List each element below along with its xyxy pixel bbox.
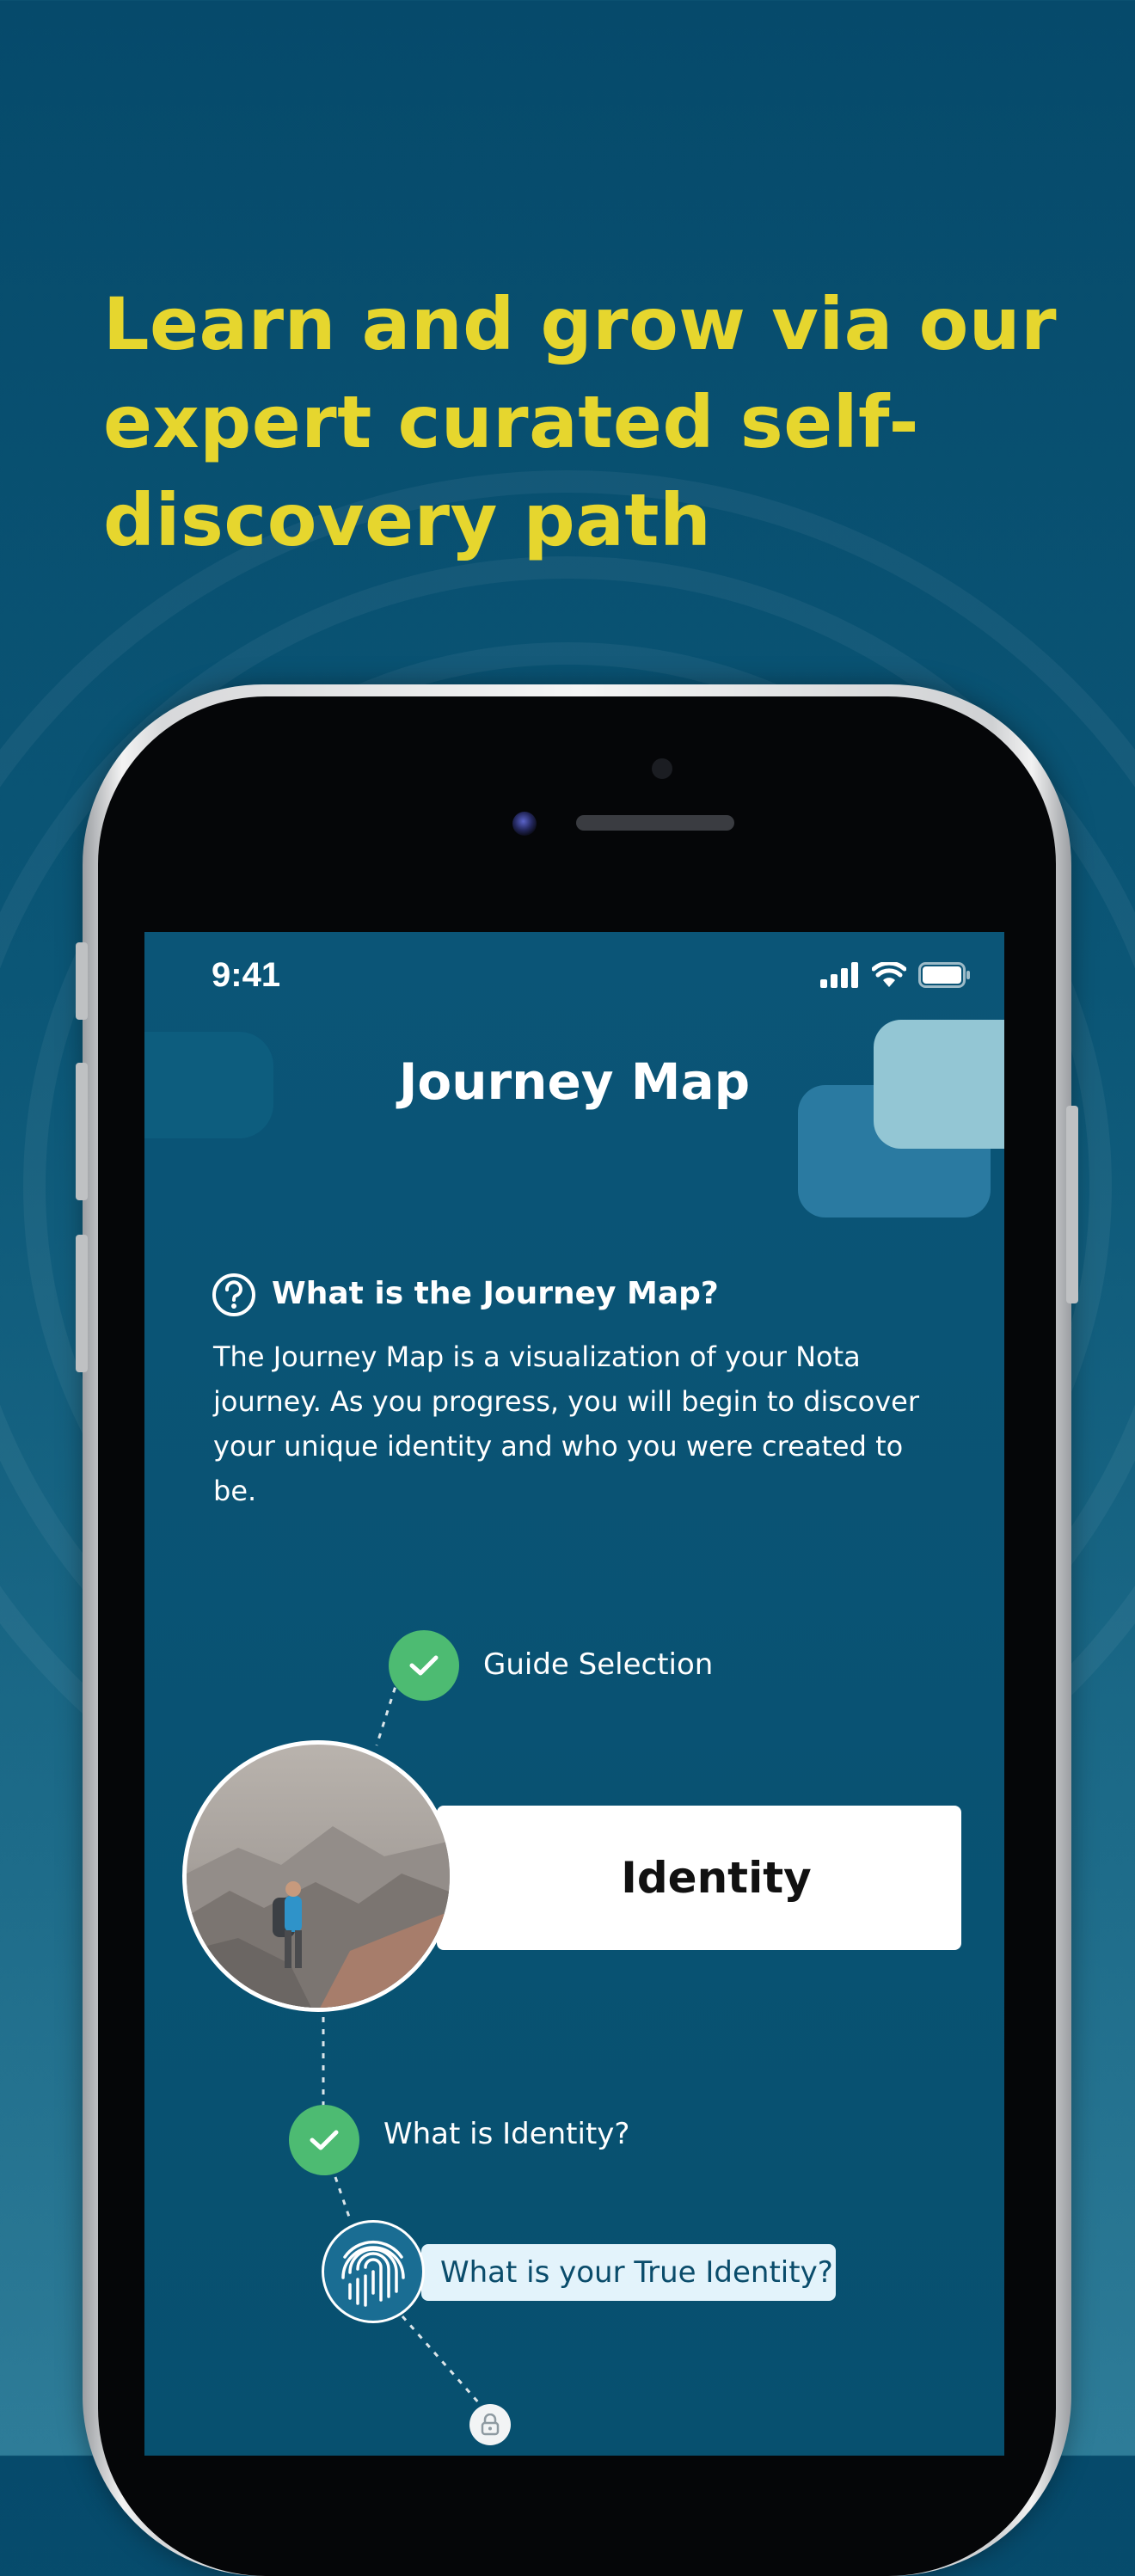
step-true-identity-label: What is your True Identity? xyxy=(440,2255,833,2290)
step-locked[interactable] xyxy=(469,2404,511,2445)
step-identity-label: Identity xyxy=(621,1853,812,1903)
phone-volume-down-button xyxy=(76,1235,88,1372)
headline: Learn and grow via our expert curated se… xyxy=(103,282,1058,562)
earpiece-speaker xyxy=(576,815,734,831)
check-icon xyxy=(409,1655,439,1676)
step-guide-selection-check[interactable] xyxy=(389,1630,459,1701)
app-screen: 9:41 Journey Map What is the Journey Map… xyxy=(144,932,1004,2456)
step-guide-selection-label[interactable]: Guide Selection xyxy=(483,1647,713,1682)
hiker-mountain-image xyxy=(187,1826,450,2008)
check-icon xyxy=(310,2130,339,2150)
step-what-is-identity-check[interactable] xyxy=(289,2105,359,2175)
proximity-sensor xyxy=(652,758,672,779)
identity-photo[interactable] xyxy=(182,1740,454,2012)
step-what-is-identity-label[interactable]: What is Identity? xyxy=(383,2117,629,2151)
step-identity-card[interactable]: Identity xyxy=(437,1806,961,1950)
journey-path-line xyxy=(322,1664,482,2405)
lock-icon xyxy=(481,2413,500,2436)
phone-power-button xyxy=(1066,1106,1078,1303)
phone-mute-switch xyxy=(76,942,88,1020)
step-true-identity-chip[interactable]: What is your True Identity? xyxy=(421,2244,836,2301)
fingerprint-icon xyxy=(341,2240,405,2307)
step-true-identity-icon-circle[interactable] xyxy=(322,2220,425,2323)
phone-volume-up-button xyxy=(76,1063,88,1200)
front-camera xyxy=(512,812,537,836)
